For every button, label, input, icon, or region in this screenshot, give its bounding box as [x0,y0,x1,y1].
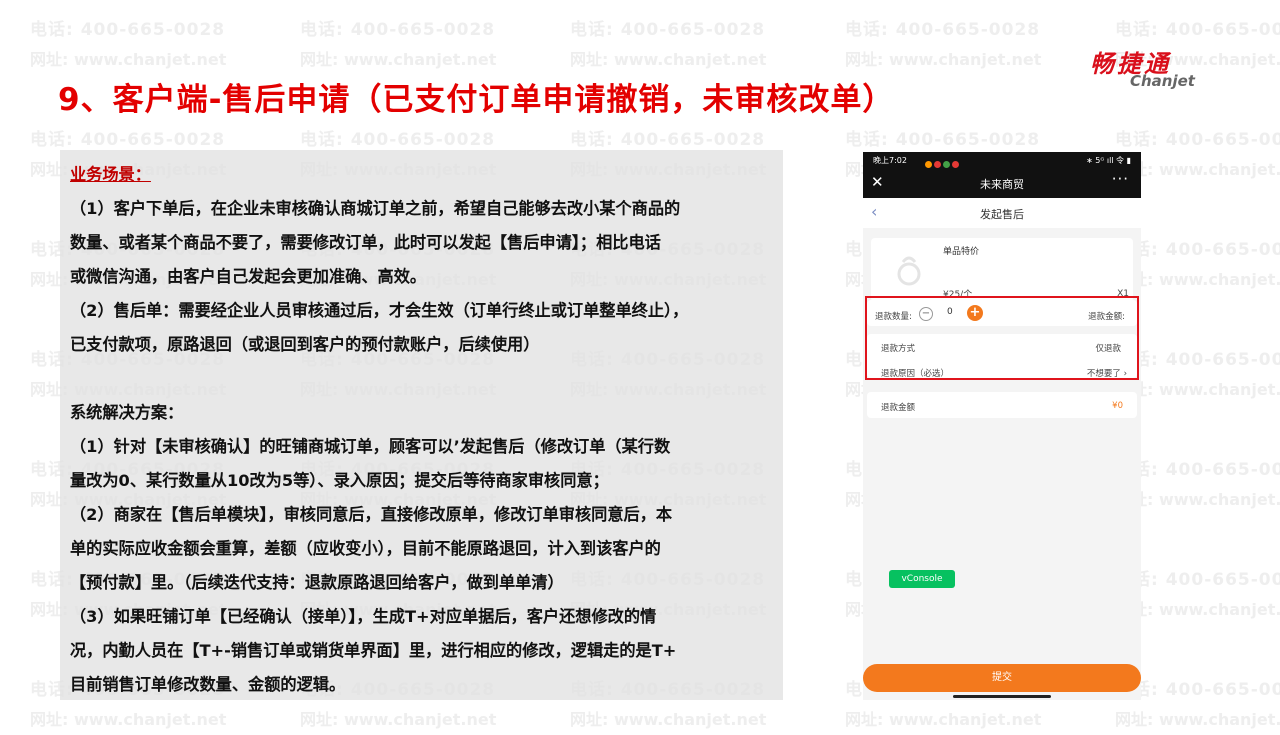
scenario-line: 或微信沟通，由客户自己发起会更加准确、高效。 [70,267,427,286]
solution-line: 【预付款】里。（后续迭代支持：退款原路退回给客户，做到单单清） [70,573,564,592]
solution-line: 况，内勤人员在【T+-销售订单或销货单界面】里，进行相应的修改，逻辑走的是T+ [70,641,677,660]
solution-header: 系统解决方案： [70,403,184,422]
notification-dot-icon [925,161,932,168]
highlight-box [865,296,1139,380]
scenario-header: 业务场景： [70,165,151,184]
product-image [897,256,921,286]
solution-line: （1）针对【未审核确认】的旺铺商城订单，顾客可以’发起售后（修改订单（某行数 [70,437,671,456]
vconsole-button[interactable]: vConsole [889,570,955,588]
solution-line: 目前销售订单修改数量、金额的逻辑。 [70,675,346,694]
status-bar: 晚上7:02 ∗ 5ᴳ ıll 令 ▮ [863,152,1141,170]
content-text: 业务场景： （1）客户下单后，在企业未审核确认商城订单之前，希望自己能够去改小某… [70,158,782,702]
status-time: 晚上7:02 [873,156,907,165]
refund-total-value: ¥0 [1112,401,1123,411]
notification-dot-icon [934,161,941,168]
app-nav-bar: ✕ 未来商贸 ··· [863,170,1141,198]
solution-line: 单的实际应收金额会重算，差额（应收变小），目前不能原路退回，计入到该客户的 [70,539,661,558]
status-signal-icons: ∗ 5ᴳ ıll 令 ▮ [1086,156,1131,165]
submit-button[interactable]: 提交 [863,664,1141,692]
notification-dot-icon [952,161,959,168]
home-indicator [953,695,1051,698]
solution-line: （3）如果旺铺订单【已经确认（接单）】，生成T+对应单据后，客户还想修改的情 [70,607,657,626]
solution-line: （2）商家在【售后单模块】，审核同意后，直接修改原单，修改订单审核同意后，本 [70,505,673,524]
chanjet-logo: 畅捷通 Chanjet [1088,44,1218,92]
notification-dot-icon [943,161,950,168]
product-name: 单品特价 [943,247,980,257]
scenario-line: （1）客户下单后，在企业未审核确认商城订单之前，希望自己能够去改小某个商品的 [70,199,681,218]
logo-en-text: Chanjet [1130,72,1195,90]
more-icon[interactable]: ··· [1112,170,1129,188]
watermark-text: 电话: 400-665-0028网址: www.chanjet.net [570,20,767,69]
refund-total-label: 退款金额 [881,403,916,413]
watermark-text: 电话: 400-665-0028网址: www.chanjet.net [30,20,227,69]
scenario-line: （2）售后单：需要经企业人员审核通过后，才会生效（订单行终止或订单整单终止）， [70,301,689,320]
solution-line: 量改为0、某行数量从10改为5等）、录入原因；提交后等待商家审核同意； [70,471,609,490]
slide-title: 9、客户端-售后申请（已支付订单申请撤销，未审核改单） [58,82,895,118]
page-title: 发起售后 [980,208,1024,221]
watermark-text: 电话: 400-665-0028网址: www.chanjet.net [845,20,1042,69]
scenario-line: 已支付款项，原路退回（或退回到客户的预付款账户，后续使用） [70,335,540,354]
page-header: ‹ 发起售后 [863,198,1141,228]
watermark-text: 电话: 400-665-0028网址: www.chanjet.net [300,20,497,69]
app-title: 未来商贸 [980,178,1024,191]
scenario-line: 数量、或者某个商品不要了，需要修改订单，此时可以发起【售后申请】；相比电话 [70,233,661,252]
phone-screenshot: 晚上7:02 ∗ 5ᴳ ıll 令 ▮ ✕ 未来商贸 ··· ‹ 发起售后 单品… [863,152,1141,700]
